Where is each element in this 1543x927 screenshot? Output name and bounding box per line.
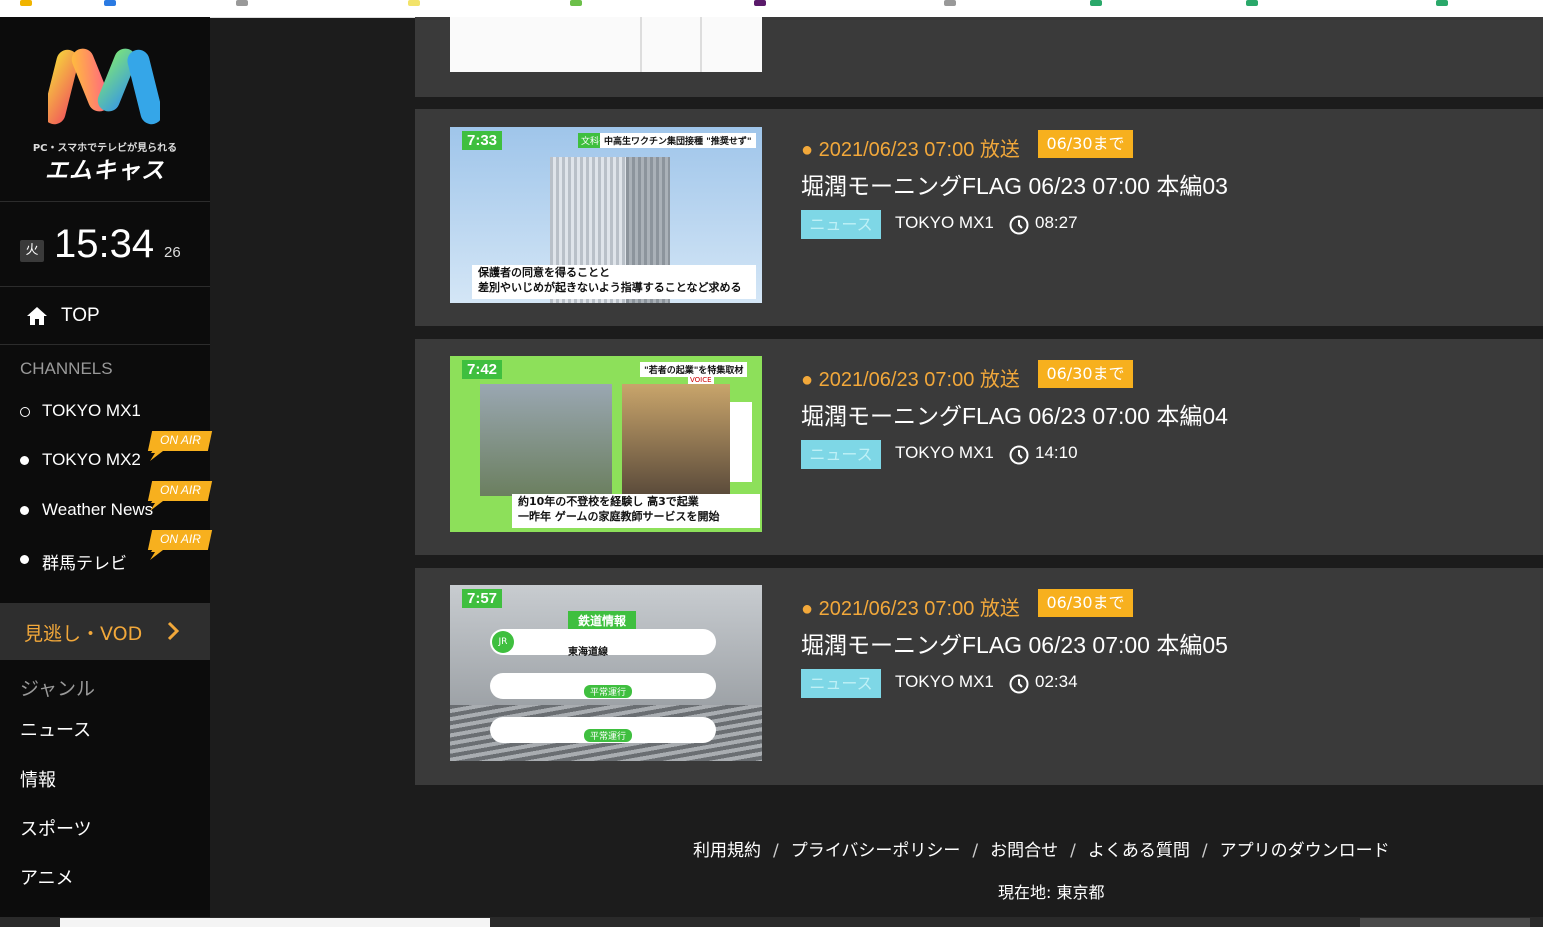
channel-dot-icon [20,555,29,564]
clock-icon [1009,215,1029,235]
vod-label: 見逃し・VOD [24,623,143,645]
bookmark-icon[interactable] [754,0,766,6]
bookmark-icon[interactable] [1246,0,1258,6]
channel-dot-icon [20,506,29,515]
footer-link-contact[interactable]: お問合せ [990,841,1058,861]
channel-dot-icon [20,456,29,465]
program-channel: TOKYO MX1 [895,213,994,232]
program-thumbnail[interactable] [450,17,762,72]
channel-name: Weather News [42,500,154,519]
scrollbar-thumb[interactable] [60,918,490,927]
footer-link-faq[interactable]: よくある質問 [1088,841,1190,861]
channel-name: TOKYO MX1 [42,401,141,420]
bookmark-icon[interactable] [1090,0,1102,6]
program-until-badge: 06/30まで [1038,360,1133,388]
program-channel: TOKYO MX1 [895,672,994,691]
channel-dot-icon [20,407,30,417]
bookmark-icon[interactable] [408,0,420,6]
clock-time: 15:34 [54,222,155,266]
horizontal-scrollbar[interactable] [0,917,1543,927]
vod-button[interactable]: 見逃し・VOD [0,603,210,660]
genre-title: ジャンル [20,678,96,700]
program-title[interactable]: 堀潤モーニングFLAG 06/23 07:00 本編05 [801,626,1228,660]
channel-tokyo-mx2[interactable]: TOKYO MX2 ON AIR [0,431,213,482]
program-card[interactable]: 7:42 "若者の起業"を特集取材 VOICE 約10年の不登校を経験し 高3で… [415,339,1543,555]
program-until-badge: 06/30まで [1038,130,1133,158]
program-until-badge: 06/30まで [1038,589,1133,617]
home-icon [27,306,47,325]
channel-name: 群馬テレビ [42,554,127,573]
footer-link-privacy[interactable]: プライバシーポリシー [791,841,961,861]
bookmark-icon[interactable] [104,0,116,6]
clock-seconds: 26 [164,244,181,261]
m-logo-icon [48,48,160,125]
program-card[interactable]: 7:33 文科省 中高生ワクチン集団接種 "推奨せず" 保護者の同意を得ることと… [415,109,1543,326]
program-card[interactable]: 7:57 鉄道情報 JR 東海道線 平常運行 平常運行 ● 2021/06/23… [415,568,1543,785]
logo[interactable]: PC・スマホでテレビが見られる エムキャス [0,17,210,202]
genre-info[interactable]: 情報 [20,766,56,792]
program-air-date: ● 2021/06/23 07:00 放送 [801,369,1020,391]
bookmark-icon[interactable] [236,0,248,6]
sidebar: PC・スマホでテレビが見られる エムキャス 火 15:34 26 TOP CHA… [0,17,213,927]
scrollbar-track-segment [1360,918,1530,927]
bookmark-icon[interactable] [944,0,956,6]
program-title[interactable]: 堀潤モーニングFLAG 06/23 07:00 本編03 [801,167,1228,201]
chevron-right-icon [167,621,180,641]
bookmark-icon[interactable] [570,0,582,6]
genre-anime[interactable]: アニメ [20,864,74,890]
bookmark-icon[interactable] [1436,0,1448,6]
program-air-date: ● 2021/06/23 07:00 放送 [801,598,1020,620]
channel-weather-news[interactable]: Weather News ON AIR [0,481,213,532]
lightning-icon [150,445,164,461]
channel-name: TOKYO MX2 [42,450,141,469]
channel-tokyo-mx1[interactable]: TOKYO MX1 [0,393,210,433]
onair-badge: ON AIR [147,431,213,465]
onair-badge: ON AIR [147,530,213,564]
program-thumbnail[interactable]: 7:33 文科省 中高生ワクチン集団接種 "推奨せず" 保護者の同意を得ることと… [450,127,762,303]
program-duration: 08:27 [1035,213,1078,232]
channels-title: CHANNELS [20,359,113,378]
footer-location: 現在地: 東京都 [998,883,1105,902]
program-card-partial[interactable] [415,17,1543,97]
program-duration: 02:34 [1035,672,1078,691]
program-genre-tag: ニュース [801,210,881,239]
lightning-icon [150,495,164,511]
program-genre-tag: ニュース [801,669,881,698]
program-channel: TOKYO MX1 [895,443,994,462]
clock: 火 15:34 26 [0,202,210,287]
clock-icon [1009,445,1029,465]
program-thumbnail[interactable]: 7:42 "若者の起業"を特集取材 VOICE 約10年の不登校を経験し 高3で… [450,356,762,532]
program-duration: 14:10 [1035,443,1078,462]
program-air-date: ● 2021/06/23 07:00 放送 [801,139,1020,161]
program-title[interactable]: 堀潤モーニングFLAG 06/23 07:00 本編04 [801,397,1228,431]
genre-sports[interactable]: スポーツ [20,815,92,841]
footer-links: 利用規約 / プライバシーポリシー / お問合せ / よくある質問 / アプリのダウンロード [693,841,1390,861]
footer-link-terms[interactable]: 利用規約 [693,841,761,861]
footer-link-app-download[interactable]: アプリのダウンロード [1220,841,1390,861]
lightning-icon [150,544,164,560]
channel-gunma-tv[interactable]: 群馬テレビ ON AIR [0,530,213,581]
program-thumbnail[interactable]: 7:57 鉄道情報 JR 東海道線 平常運行 平常運行 [450,585,762,761]
clock-day: 火 [20,240,44,262]
nav-top[interactable]: TOP [0,287,210,345]
logo-name: エムキャス [45,158,165,184]
nav-top-label: TOP [61,304,100,326]
bookmarks-bar [0,0,1543,18]
onair-badge: ON AIR [147,481,213,515]
bookmark-icon[interactable] [20,0,32,6]
program-genre-tag: ニュース [801,440,881,469]
clock-icon [1009,674,1029,694]
genre-news[interactable]: ニュース [20,716,91,742]
